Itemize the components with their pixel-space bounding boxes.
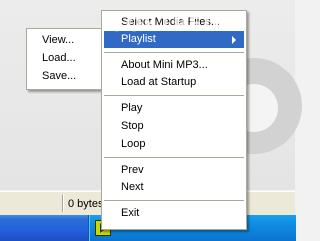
- menu-item-save[interactable]: Save...: [29, 68, 100, 85]
- menu-item-exit[interactable]: Exit: [104, 205, 244, 222]
- menu-item-next[interactable]: Next: [104, 179, 244, 196]
- menu-item-playlist-label: Playlist: [121, 33, 156, 45]
- menu-item-load[interactable]: Load...: [29, 50, 100, 67]
- status-separator: [62, 195, 63, 212]
- file-size-label: 0 bytes: [68, 198, 104, 210]
- menu-item-load-at-startup[interactable]: Load at Startup: [104, 74, 244, 91]
- menu-item-playlist[interactable]: Playlist: [104, 31, 244, 48]
- menu-separator: [104, 52, 244, 53]
- menu-item-about[interactable]: About Mini MP3...: [104, 57, 244, 74]
- menu-item-loop[interactable]: Loop: [104, 136, 244, 153]
- playlist-submenu: View... Load... Save...: [26, 28, 103, 90]
- menu-item-view[interactable]: View...: [29, 32, 100, 49]
- menu-separator: [104, 95, 244, 96]
- submenu-arrow-icon: [232, 36, 236, 44]
- menu-item-play[interactable]: Play: [104, 100, 244, 117]
- menu-separator: [104, 157, 244, 158]
- menu-separator: [104, 200, 244, 201]
- menu-item-stop[interactable]: Stop: [104, 118, 244, 135]
- menu-item-prev[interactable]: Prev: [104, 162, 244, 179]
- menu-item-select-media-files[interactable]: Select Media Files...: [104, 14, 244, 31]
- context-menu: Select Media Files... Playlist About Min…: [101, 10, 247, 230]
